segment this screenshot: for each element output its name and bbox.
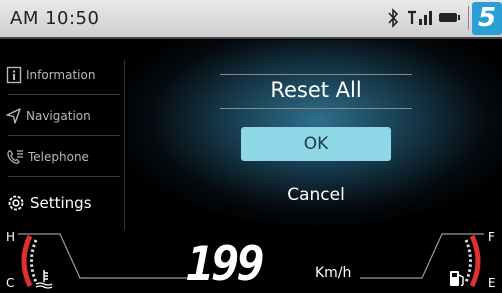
sidebar-divider [8, 94, 120, 95]
temp-high-label: H [6, 230, 16, 244]
sidebar-item-settings[interactable]: Settings [6, 183, 92, 223]
status-separator [468, 6, 469, 30]
reset-dialog: Reset All OK Cancel [128, 40, 502, 235]
battery-icon [439, 13, 460, 22]
status-bar: AM 10:50 5 [0, 0, 502, 39]
fuel-pump-icon [450, 271, 464, 287]
sidebar-divider [8, 135, 120, 136]
temp-low-label: C [6, 276, 15, 290]
bluetooth-icon [388, 8, 399, 28]
sidebar-item-telephone[interactable]: Telephone [6, 137, 89, 177]
sidebar-menu: Information Navigation Telephone Setting… [0, 39, 124, 231]
coolant-temp-icon [35, 270, 53, 289]
sidebar-item-label: Information [26, 68, 96, 82]
sidebar-item-label: Settings [30, 194, 92, 212]
title-rule-top [220, 74, 412, 75]
cancel-button[interactable]: Cancel [241, 185, 391, 205]
gear-icon [8, 195, 24, 211]
sidebar-item-information[interactable]: Information [6, 55, 95, 95]
information-icon [6, 66, 22, 84]
speed-unit: Km/h [315, 265, 352, 281]
dialog-title: Reset All [270, 78, 362, 102]
instrument-cluster: H C F E 199 Km/h [0, 228, 502, 293]
navigation-arrow-icon [6, 108, 21, 124]
title-rule-bottom [220, 108, 412, 109]
clock-time: AM 10:50 [10, 8, 100, 29]
sidebar-item-label: Navigation [26, 109, 91, 123]
fuel-full-label: F [488, 230, 495, 244]
telephone-icon [7, 150, 23, 164]
ok-button[interactable]: OK [241, 127, 391, 161]
signal-icon [408, 10, 432, 25]
sidebar-vertical-divider [124, 60, 125, 230]
sidebar-item-navigation[interactable]: Navigation [6, 96, 91, 136]
gear-indicator: 5 [472, 2, 502, 35]
cluster-screen: AM 10:50 5 Information Navigation Teleph… [0, 0, 502, 293]
speed-readout: 199 [186, 237, 265, 292]
fuel-empty-label: E [488, 276, 496, 290]
sidebar-divider [8, 176, 120, 177]
sidebar-item-label: Telephone [28, 150, 89, 164]
